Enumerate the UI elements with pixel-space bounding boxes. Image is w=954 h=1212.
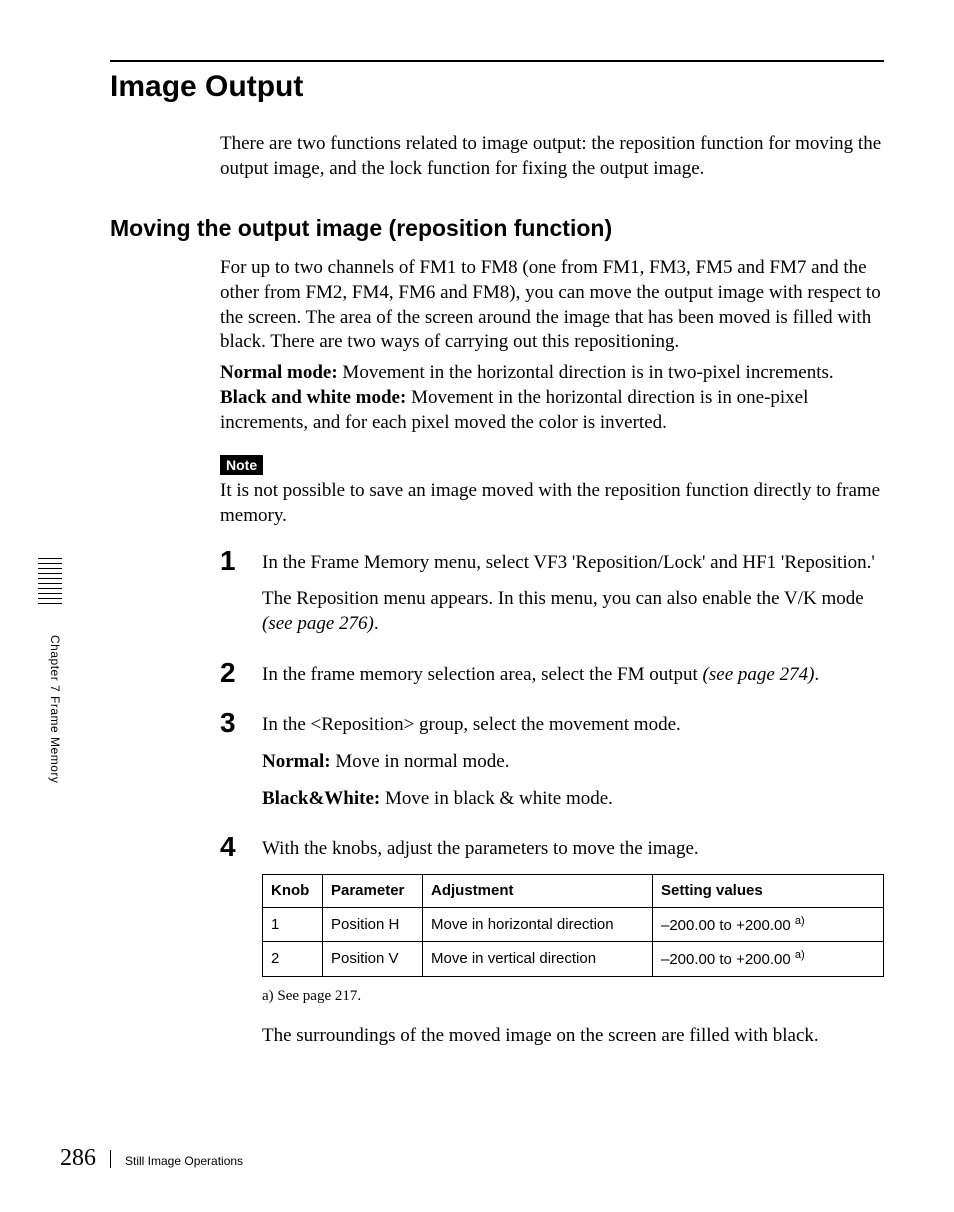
mode-normal-text: Movement in the horizontal direction is …	[338, 362, 834, 383]
step-4-instruction: With the knobs, adjust the parameters to…	[262, 837, 884, 862]
subsection-heading: Moving the output image (reposition func…	[110, 215, 884, 242]
table-row: 2 Position V Move in vertical direction …	[263, 942, 884, 977]
step-3-instruction: In the <Reposition> group, select the mo…	[262, 713, 884, 738]
cell-param: Position V	[323, 942, 423, 977]
th-setting-values: Setting values	[653, 875, 884, 908]
after-table-note: The surroundings of the moved image on t…	[262, 1024, 884, 1049]
reposition-description: For up to two channels of FM1 to FM8 (on…	[220, 256, 884, 355]
cell-vals: –200.00 to +200.00 a)	[653, 942, 884, 977]
chapter-sidebar-label: Chapter 7 Frame Memory	[48, 635, 62, 783]
step-3: 3 In the <Reposition> group, select the …	[220, 709, 884, 823]
th-knob: Knob	[263, 875, 323, 908]
cell-adj: Move in horizontal direction	[423, 907, 653, 942]
step-1-instruction: In the Frame Memory menu, select VF3 'Re…	[262, 551, 884, 576]
mode-bw-label: Black and white mode:	[220, 387, 406, 408]
page-ref-276: (see page 276)	[262, 613, 374, 634]
note-body: It is not possible to save an image move…	[220, 479, 884, 528]
intro-paragraph: There are two functions related to image…	[220, 132, 884, 181]
mode-normal: Normal mode: Movement in the horizontal …	[220, 361, 884, 386]
th-parameter: Parameter	[323, 875, 423, 908]
cell-param: Position H	[323, 907, 423, 942]
page-footer: 286 Still Image Operations	[60, 1145, 243, 1172]
page-number: 286	[60, 1145, 96, 1172]
step-3-number: 3	[220, 709, 244, 737]
page-ref-274: (see page 274)	[703, 664, 815, 685]
footer-separator-icon	[110, 1150, 111, 1168]
step-2: 2 In the frame memory selection area, se…	[220, 659, 884, 700]
note-badge: Note	[220, 455, 263, 475]
top-rule	[110, 60, 884, 62]
table-row: 1 Position H Move in horizontal directio…	[263, 907, 884, 942]
section-title: Image Output	[110, 70, 884, 104]
step-4: 4 With the knobs, adjust the parameters …	[220, 833, 884, 1060]
th-adjustment: Adjustment	[423, 875, 653, 908]
step-3-option-normal: Normal: Move in normal mode.	[262, 750, 884, 775]
cell-adj: Move in vertical direction	[423, 942, 653, 977]
table-footnote: a) See page 217.	[262, 987, 884, 1007]
table-header-row: Knob Parameter Adjustment Setting values	[263, 875, 884, 908]
sidebar-ornament-icon	[38, 558, 62, 608]
step-3-option-bw: Black&White: Move in black & white mode.	[262, 787, 884, 812]
step-1-number: 1	[220, 547, 244, 575]
step-4-number: 4	[220, 833, 244, 861]
cell-knob: 1	[263, 907, 323, 942]
step-1: 1 In the Frame Memory menu, select VF3 '…	[220, 547, 884, 649]
step-2-instruction: In the frame memory selection area, sele…	[262, 663, 884, 688]
step-2-number: 2	[220, 659, 244, 687]
cell-knob: 2	[263, 942, 323, 977]
footer-section-title: Still Image Operations	[125, 1154, 243, 1168]
mode-bw: Black and white mode: Movement in the ho…	[220, 386, 884, 435]
step-1-result: The Reposition menu appears. In this men…	[262, 587, 884, 636]
parameters-table: Knob Parameter Adjustment Setting values…	[262, 874, 884, 977]
cell-vals: –200.00 to +200.00 a)	[653, 907, 884, 942]
mode-normal-label: Normal mode:	[220, 362, 338, 383]
